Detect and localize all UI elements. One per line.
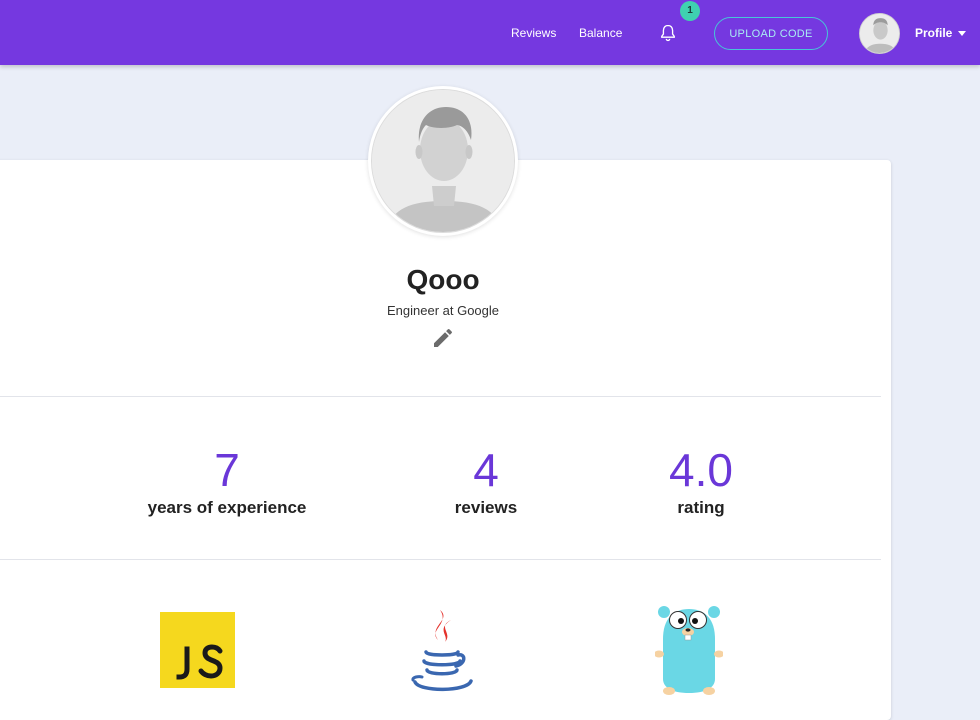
- profile-dropdown[interactable]: Profile: [915, 25, 967, 41]
- divider: [0, 396, 881, 397]
- profile-label: Profile: [915, 26, 953, 40]
- upload-code-button[interactable]: UPLOAD CODE: [714, 17, 828, 50]
- stat-value: 4: [473, 444, 499, 496]
- avatar[interactable]: [859, 13, 900, 54]
- stat-reviews: 4 reviews: [376, 444, 596, 518]
- caret-down-icon: [958, 30, 967, 36]
- java-logo: [411, 610, 473, 692]
- bell-icon[interactable]: [658, 22, 678, 44]
- pencil-icon[interactable]: [431, 326, 455, 350]
- divider: [0, 559, 881, 560]
- stat-label: rating: [677, 498, 725, 517]
- stat-rating: 4.0 rating: [591, 444, 811, 518]
- go-gopher-logo: [655, 606, 723, 695]
- profile-job-title: Engineer at Google: [386, 303, 500, 318]
- stat-experience: 7 years of experience: [117, 444, 337, 518]
- nav-link-balance[interactable]: Balance: [579, 26, 622, 40]
- nav-link-reviews[interactable]: Reviews: [511, 26, 556, 40]
- javascript-logo: [160, 612, 235, 688]
- stat-label: years of experience: [147, 498, 307, 517]
- stat-value: 4.0: [669, 444, 733, 496]
- notification-badge: 1: [680, 1, 700, 21]
- stat-value: 7: [214, 444, 240, 496]
- profile-name: Qooo: [406, 264, 480, 295]
- user-silhouette-icon: [372, 90, 514, 232]
- top-navbar: Reviews Balance 1 UPLOAD CODE Profile: [0, 0, 980, 65]
- stat-label: reviews: [454, 498, 518, 517]
- profile-avatar: [368, 86, 518, 236]
- user-silhouette-icon: [860, 14, 899, 53]
